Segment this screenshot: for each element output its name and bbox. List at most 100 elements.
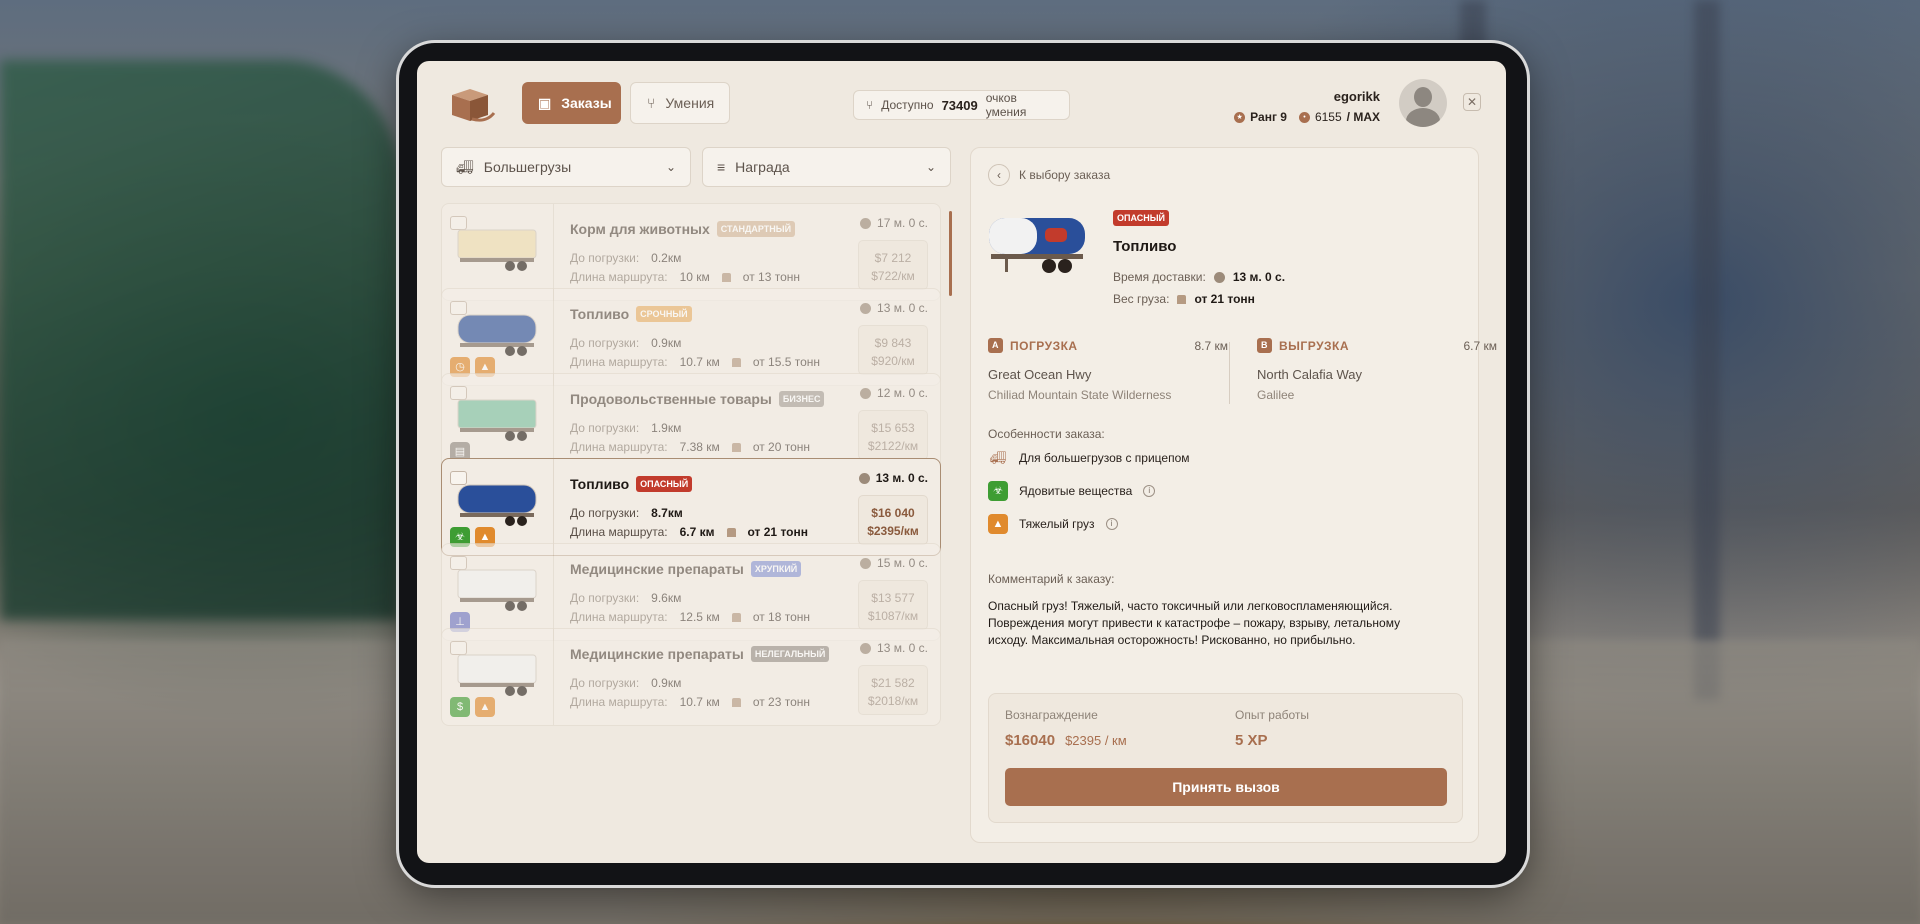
- weight-icon: [1177, 294, 1187, 304]
- trailer-image: [457, 314, 537, 356]
- distance-label: До погрузки:: [570, 591, 640, 605]
- accept-button[interactable]: Принять вызов: [1005, 768, 1447, 806]
- weight-icon: [731, 357, 741, 367]
- order-thumbnail: ◷ ▲: [442, 289, 554, 385]
- avatar[interactable]: [1399, 79, 1447, 127]
- unloading-street: North Calafia Way: [1257, 367, 1362, 382]
- detail-title: Топливо: [1113, 238, 1177, 255]
- close-icon[interactable]: ✕: [1463, 93, 1481, 111]
- distance-label: До погрузки:: [570, 506, 640, 520]
- route-value: 10.7 км: [679, 695, 720, 709]
- tablet-frame: ▣ Заказы ⑂ Умения ⑂ Доступно 73409 очков…: [396, 40, 1530, 888]
- delivery-time: 13 м. 0 с.: [1232, 270, 1286, 284]
- filter-icon: ≡: [717, 159, 726, 175]
- skill-points-indicator: ⑂ Доступно 73409 очков умения: [853, 90, 1070, 120]
- weight-badge-icon: ▲: [475, 697, 495, 717]
- info-icon[interactable]: i: [1143, 485, 1156, 497]
- order-price: $9 843: [874, 336, 912, 350]
- weight-icon: ▲: [988, 514, 1008, 534]
- clock-icon: [860, 217, 872, 229]
- list-scrollbar[interactable]: [949, 211, 952, 296]
- skill-tree-icon: ⑂: [866, 98, 874, 112]
- order-tag: БИЗНЕС: [778, 391, 825, 407]
- order-card[interactable]: ☣ ▲ Топливо ОПАСНЫЙ До погрузки: 8.7км Длина м…: [441, 458, 941, 556]
- order-thumbnail: ▤: [442, 374, 554, 470]
- user-info: egorikk ★ Ранг 9 • 6155 / MAX: [1234, 89, 1380, 124]
- order-price: $7 212: [874, 251, 912, 265]
- user-xp-max: / MAX: [1346, 110, 1380, 124]
- header: ▣ Заказы ⑂ Умения ⑂ Доступно 73409 очков…: [417, 61, 1506, 151]
- tab-orders[interactable]: ▣ Заказы: [522, 82, 621, 124]
- tablet-screen: ▣ Заказы ⑂ Умения ⑂ Доступно 73409 очков…: [417, 61, 1506, 863]
- sort-filter-dropdown[interactable]: ≡ Награда ⌄: [702, 147, 951, 187]
- rank-icon: ★: [1234, 111, 1246, 123]
- weight-value: от 23 тонн: [752, 695, 811, 709]
- clock-icon: [860, 642, 872, 654]
- order-price-box: $16 040 $2395/км: [858, 495, 928, 545]
- background-ship: [0, 60, 400, 620]
- weight-value: от 21 тонн: [747, 525, 808, 539]
- order-title: Корм для животных: [570, 221, 710, 237]
- xp-value: 5 XP: [1235, 732, 1268, 749]
- fuel-tanker-image: [989, 218, 1085, 273]
- tab-skills[interactable]: ⑂ Умения: [630, 82, 730, 124]
- orders-icon: ▣: [538, 94, 552, 111]
- chevron-down-icon: ⌄: [925, 160, 936, 174]
- delivery-label: Время доставки:: [1113, 270, 1206, 284]
- order-thumbnail: ⊥: [442, 544, 554, 640]
- dollar-badge-icon: $: [450, 697, 470, 717]
- reward-label: Вознаграждение: [1005, 708, 1098, 722]
- route-value: 12.5 км: [679, 610, 720, 624]
- weight-icon: [726, 527, 736, 537]
- order-price-box: $15 653 $2122/км: [858, 410, 928, 460]
- loading-area: Chiliad Mountain State Wilderness: [988, 388, 1172, 402]
- vehicle-filter-label: Большегрузы: [483, 159, 572, 175]
- loading-label: ПОГРУЗКА: [1010, 338, 1078, 353]
- back-to-orders-button[interactable]: ‹ К выбору заказа: [988, 164, 1110, 186]
- route-label: Длина маршрута:: [570, 525, 668, 539]
- xp-icon: •: [1298, 111, 1310, 123]
- order-price: $16 040: [871, 506, 915, 520]
- route-label: Длина маршрута:: [570, 610, 668, 624]
- distance-value: 0.2км: [651, 251, 682, 265]
- trailer-image: [457, 569, 537, 611]
- order-time: 15 м. 0 с.: [877, 556, 928, 570]
- distance-label: До погрузки:: [570, 421, 640, 435]
- trailer-image: [457, 229, 537, 271]
- route-label: Длина маршрута:: [570, 355, 668, 369]
- sort-filter-label: Награда: [735, 159, 790, 175]
- truck-icon: 🚚︎: [456, 158, 474, 175]
- order-thumbnail: $ ▲: [442, 629, 554, 725]
- reward-per-km: $2395 / км: [1065, 733, 1127, 748]
- trailer-image: [457, 654, 537, 696]
- user-name: egorikk: [1333, 89, 1380, 104]
- order-tag: СРОЧНЫЙ: [636, 306, 692, 322]
- reward-box: Вознаграждение $16040 $2395 / км Опыт ра…: [988, 693, 1463, 823]
- order-title: Топливо: [570, 476, 630, 492]
- order-card[interactable]: Корм для животных СТАНДАРТНЫЙ До погрузки:…: [441, 203, 941, 301]
- unloading-point: B ВЫГРУЗКА 6.7 км North Calafia Way Gali…: [1257, 338, 1497, 402]
- order-time: 12 м. 0 с.: [877, 386, 928, 400]
- order-thumbnail: ☣ ▲: [442, 459, 554, 555]
- vehicle-filter-dropdown[interactable]: 🚚︎ Большегрузы ⌄: [441, 147, 691, 187]
- order-price-per-km: $722/км: [871, 269, 915, 283]
- order-title: Продовольственные товары: [570, 391, 772, 407]
- info-icon[interactable]: i: [1105, 518, 1118, 530]
- order-title: Медицинские препараты: [570, 561, 744, 577]
- truck-icon: 🚚︎: [989, 450, 1007, 465]
- order-price-box: $13 577 $1087/км: [858, 580, 928, 630]
- order-card[interactable]: ⊥ Медицинские препараты ХРУПКИЙ До погрузки…: [441, 543, 941, 641]
- back-label: К выбору заказа: [1019, 168, 1111, 182]
- route-value: 10.7 км: [679, 355, 720, 369]
- order-time: 17 м. 0 с.: [877, 216, 928, 230]
- loading-km: 8.7 км: [1194, 338, 1228, 353]
- skills-icon: ⑂: [647, 95, 656, 111]
- order-card[interactable]: ▤ Продовольственные товары БИЗНЕС До погруз…: [441, 373, 941, 471]
- order-card[interactable]: ◷ ▲ Топливо СРОЧНЫЙ До погрузки: 0.9км Длина м…: [441, 288, 941, 386]
- point-b-icon: B: [1257, 338, 1272, 353]
- order-thumbnail: [442, 204, 554, 300]
- feature-heavy: ▲ Тяжелый груз i: [988, 514, 1118, 534]
- clock-icon: [1213, 271, 1225, 283]
- order-price-per-km: $2018/км: [867, 694, 919, 708]
- order-card[interactable]: $ ▲ Медицинские препараты НЕЛЕГАЛЬНЫЙ До пог…: [441, 628, 941, 726]
